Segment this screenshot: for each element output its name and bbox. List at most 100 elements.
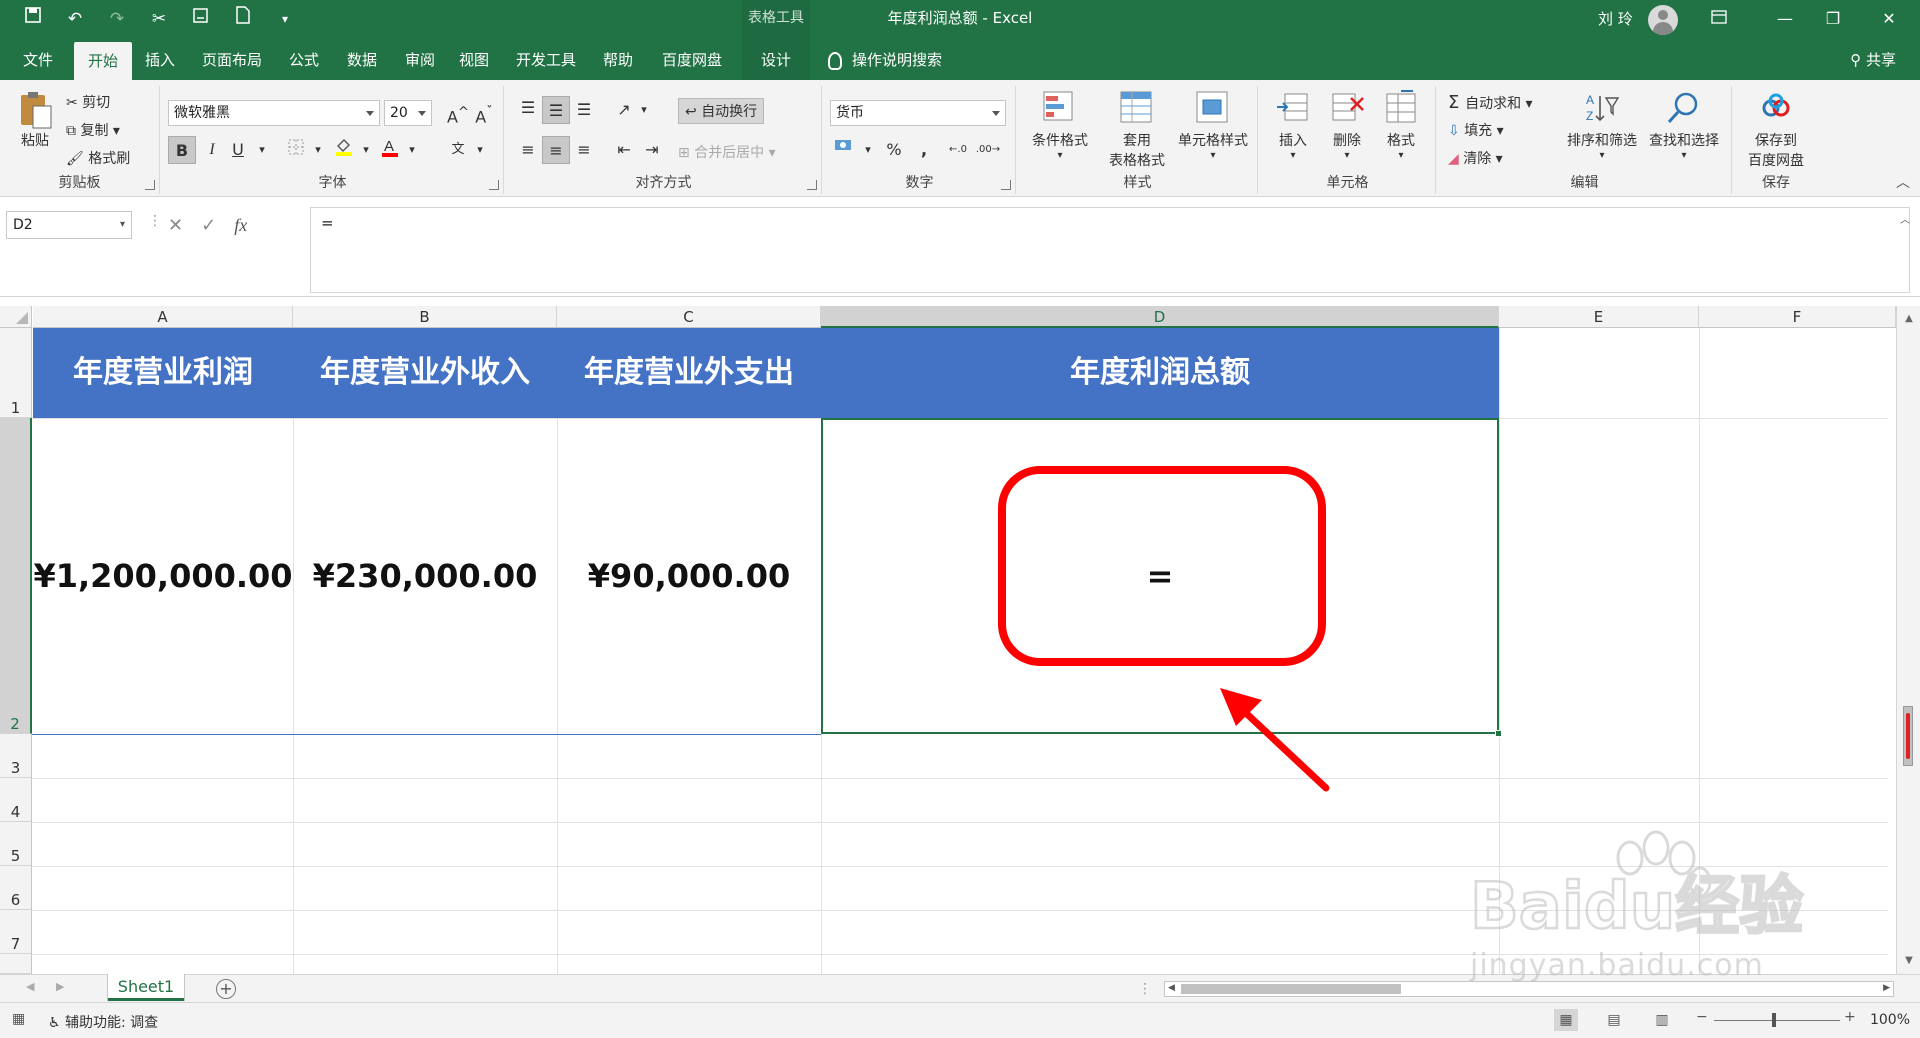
tab-developer[interactable]: 开发工具 [506, 40, 586, 80]
insert-cells-button[interactable]: 插入 ▾ [1268, 90, 1318, 161]
decrease-decimal-icon[interactable]: .00→ [974, 136, 1002, 164]
cell-d1[interactable]: 年度利润总额 [821, 328, 1499, 418]
scroll-up-icon[interactable]: ▲ [1902, 312, 1916, 326]
next-sheet-icon[interactable]: ▶ [56, 980, 64, 993]
wrap-text-button[interactable]: ↩ 自动换行 [678, 98, 765, 124]
page-break-view-icon[interactable]: ▥ [1650, 1009, 1674, 1031]
horizontal-scrollbar[interactable]: ◀ ▶ [1164, 981, 1894, 997]
tab-formulas[interactable]: 公式 [278, 40, 330, 80]
normal-view-icon[interactable]: ▦ [1554, 1009, 1578, 1031]
cell-b2[interactable]: ¥230,000.00 [293, 418, 557, 734]
scroll-down-icon[interactable]: ▼ [1902, 954, 1916, 968]
align-left-icon[interactable]: ≡ [514, 136, 542, 164]
sheet-tab-sheet1[interactable]: Sheet1 [108, 974, 184, 1001]
font-name-select[interactable]: 微软雅黑 [168, 100, 380, 126]
align-bottom-icon[interactable]: ☰ [570, 96, 598, 124]
row-header-7[interactable]: 7 [0, 910, 32, 954]
copy-button[interactable]: ⧉ 复制 ▾ [66, 120, 120, 140]
cell-b1[interactable]: 年度营业外收入 [293, 328, 557, 418]
tab-data[interactable]: 数据 [336, 40, 388, 80]
increase-indent-icon[interactable]: ⇥ [638, 136, 666, 164]
save-to-netdisk-button[interactable]: 保存到 百度网盘 [1736, 90, 1816, 170]
row-header-1[interactable]: 1 [0, 328, 32, 418]
tab-home[interactable]: 开始 [74, 42, 132, 82]
format-cells-button[interactable]: 格式 ▾ [1376, 90, 1426, 161]
zoom-in-icon[interactable]: + [1844, 1009, 1856, 1025]
font-color-dropdown-icon[interactable]: ▾ [398, 136, 426, 164]
cut-button[interactable]: ✂ 剪切 [66, 92, 110, 112]
dialog-launcher-icon[interactable] [807, 180, 817, 190]
close-icon[interactable]: ✕ [1866, 0, 1912, 40]
select-all-button[interactable] [0, 306, 32, 328]
zoom-level[interactable]: 100% [1870, 1012, 1910, 1028]
collapse-ribbon-icon[interactable]: ︿ [1896, 172, 1910, 192]
phonetic-dropdown-icon[interactable]: ▾ [466, 136, 494, 164]
cell-c1[interactable]: 年度营业外支出 [557, 328, 821, 418]
accounting-dropdown-icon[interactable]: ▾ [854, 136, 882, 164]
page-layout-view-icon[interactable]: ▤ [1602, 1009, 1626, 1031]
number-format-select[interactable]: 货币 [830, 100, 1006, 126]
sort-filter-button[interactable]: AZ 排序和筛选 ▾ [1562, 90, 1642, 161]
align-middle-icon[interactable]: ☰ [542, 96, 570, 124]
tab-view[interactable]: 视图 [448, 40, 500, 80]
scroll-right-icon[interactable]: ▶ [1883, 983, 1890, 993]
worksheet-grid[interactable]: A B C D E F 1 2 3 4 5 6 7 年度营业利润 年度营业外收入… [0, 306, 1920, 974]
row-header-5[interactable]: 5 [0, 822, 32, 866]
zoom-slider[interactable] [1714, 1020, 1840, 1021]
insert-function-icon[interactable]: fx [234, 215, 247, 236]
fill-button[interactable]: ⇩ 填充 ▾ [1448, 120, 1504, 140]
row-header-2[interactable]: 2 [0, 418, 32, 734]
dialog-launcher-icon[interactable] [145, 180, 155, 190]
decrease-indent-icon[interactable]: ⇤ [610, 136, 638, 164]
accessibility-status[interactable]: ♿ 辅助功能: 调查 [48, 1012, 158, 1032]
paste-button[interactable]: 粘贴 [12, 90, 58, 150]
delete-cells-button[interactable]: 删除 ▾ [1322, 90, 1372, 161]
column-header-a[interactable]: A [33, 306, 293, 328]
column-header-e[interactable]: E [1499, 306, 1699, 328]
save-as-icon[interactable] [188, 6, 214, 32]
name-box[interactable]: D2 ▾ [6, 211, 132, 239]
avatar[interactable] [1648, 5, 1678, 35]
tab-split-icon[interactable]: ⋮ [1138, 981, 1152, 997]
column-header-f[interactable]: F [1699, 306, 1896, 328]
tab-page-layout[interactable]: 页面布局 [196, 40, 268, 80]
prev-sheet-icon[interactable]: ◀ [26, 980, 34, 993]
zoom-out-icon[interactable]: − [1696, 1009, 1708, 1025]
restore-icon[interactable]: ❐ [1810, 0, 1856, 40]
format-painter-button[interactable]: 🖌 格式刷 [66, 148, 130, 168]
tab-help[interactable]: 帮助 [592, 40, 644, 80]
bold-button[interactable]: B [168, 136, 196, 164]
percent-icon[interactable]: % [880, 136, 908, 164]
minimize-icon[interactable]: — [1762, 0, 1808, 40]
tab-file[interactable]: 文件 [12, 40, 64, 80]
macro-record-icon[interactable]: ▦ [12, 1011, 25, 1027]
column-header-c[interactable]: C [557, 306, 821, 328]
orientation-dropdown-icon[interactable]: ▾ [630, 96, 658, 124]
find-select-button[interactable]: 查找和选择 ▾ [1642, 90, 1726, 161]
redo-icon[interactable]: ↷ [104, 6, 130, 32]
add-sheet-icon[interactable]: + [216, 979, 236, 999]
autosum-button[interactable]: Σ 自动求和 ▾ [1448, 92, 1533, 113]
borders-dropdown-icon[interactable]: ▾ [304, 136, 332, 164]
align-right-icon[interactable]: ≡ [570, 136, 598, 164]
more-options-icon[interactable]: ⋮ [148, 213, 162, 229]
tab-design[interactable]: 设计 [742, 40, 810, 80]
tell-me-search[interactable]: 操作说明搜索 [828, 40, 942, 80]
comma-style-icon[interactable]: , [910, 136, 938, 164]
row-header-4[interactable]: 4 [0, 778, 32, 822]
scissors-icon[interactable]: ✂ [146, 6, 172, 32]
column-header-b[interactable]: B [293, 306, 557, 328]
cell-a1[interactable]: 年度营业利润 [33, 328, 293, 418]
increase-font-icon[interactable]: A^ [444, 99, 472, 127]
column-header-d[interactable]: D [821, 306, 1499, 328]
save-icon[interactable] [20, 6, 46, 32]
decrease-font-icon[interactable]: Aˇ [470, 99, 498, 127]
scroll-left-icon[interactable]: ◀ [1168, 983, 1175, 993]
dialog-launcher-icon[interactable] [489, 180, 499, 190]
cancel-icon[interactable]: ✕ [168, 215, 183, 236]
enter-icon[interactable]: ✓ [201, 215, 216, 236]
italic-button[interactable]: I [198, 136, 226, 164]
zoom-slider-thumb[interactable] [1772, 1013, 1776, 1027]
cell-a2[interactable]: ¥1,200,000.00 [33, 418, 293, 734]
vertical-scrollbar[interactable]: ▲ ▼ [1896, 306, 1920, 974]
